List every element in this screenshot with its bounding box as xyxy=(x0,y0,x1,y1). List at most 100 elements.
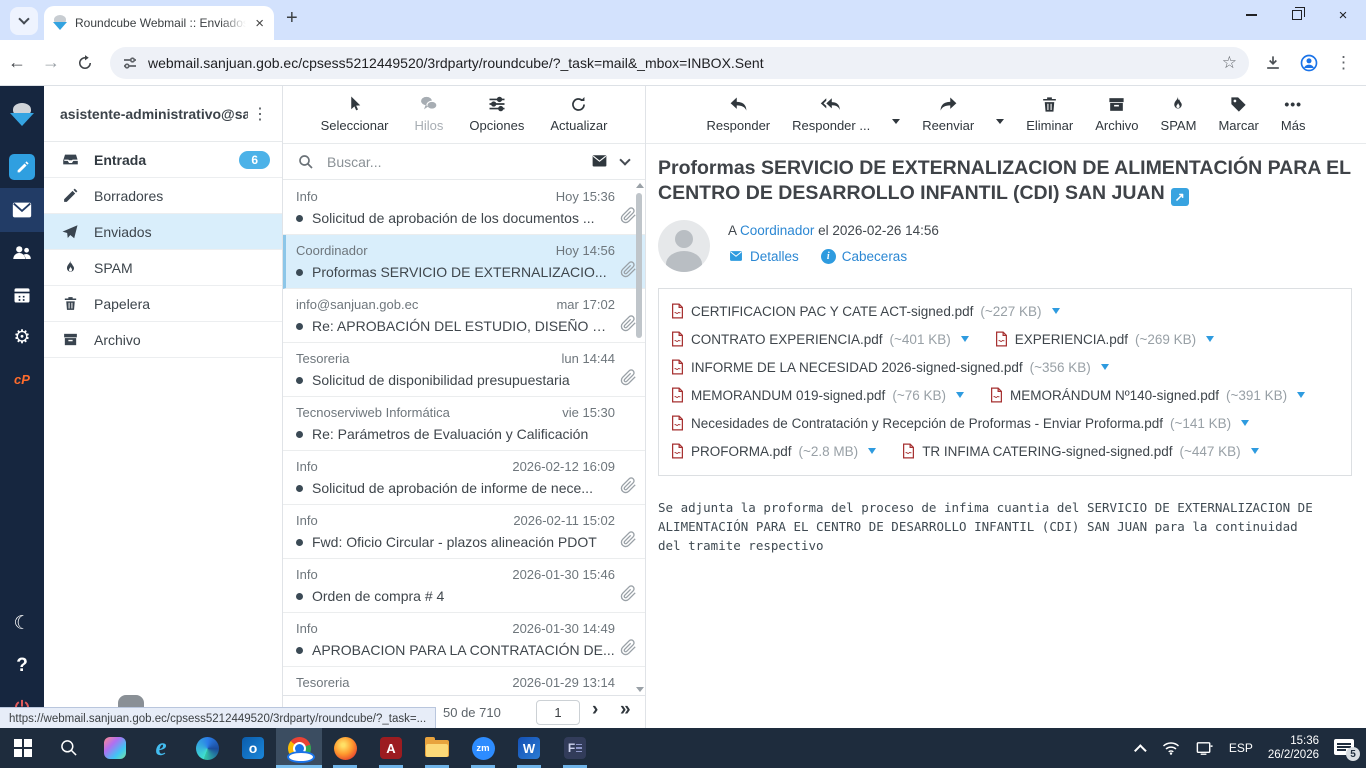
attachment-menu-caret[interactable] xyxy=(1241,420,1250,426)
outlook-icon[interactable]: o xyxy=(230,728,276,768)
details-toggle[interactable]: Detalles xyxy=(728,249,799,264)
reply-all-button[interactable]: Responder ... xyxy=(792,93,870,133)
attachment-chip[interactable]: CONTRATO EXPERIENCIA.pdf (~401 KB) xyxy=(671,325,969,353)
taskbar-clock[interactable]: 15:36 26/2/2026 xyxy=(1268,734,1319,762)
new-tab-button[interactable]: + xyxy=(286,7,298,30)
reply-button[interactable]: Responder xyxy=(707,93,770,133)
attachment-menu-caret[interactable] xyxy=(1250,448,1259,454)
attachment-chip[interactable]: EXPERIENCIA.pdf (~269 KB) xyxy=(995,325,1215,353)
calendar-nav-icon[interactable] xyxy=(0,274,44,316)
acrobat-icon[interactable]: A xyxy=(368,728,414,768)
message-list-row[interactable]: info@sanjuan.gob.ec mar 17:02 Re: APROBA… xyxy=(283,289,645,343)
spam-button[interactable]: SPAM xyxy=(1161,93,1196,133)
attachment-menu-caret[interactable] xyxy=(1100,364,1109,370)
attachment-chip[interactable]: CERTIFICACION PAC Y CATE ACT-signed.pdf … xyxy=(671,297,1060,325)
browser-menu-icon[interactable]: ⋮ xyxy=(1335,53,1352,73)
refresh-button[interactable]: Actualizar xyxy=(550,93,607,133)
forward-caret[interactable] xyxy=(996,119,1005,124)
message-list-row[interactable]: Tesoreria 2026-01-29 13:14 xyxy=(283,667,645,695)
sidebar-item-enviados[interactable]: Enviados xyxy=(44,214,282,250)
sidebar-item-spam[interactable]: SPAM xyxy=(44,250,282,286)
last-page-button[interactable]: » xyxy=(620,699,630,721)
wifi-icon[interactable] xyxy=(1162,741,1180,755)
threads-button[interactable]: Hilos xyxy=(415,93,443,133)
sidebar-item-borradores[interactable]: Borradores xyxy=(44,178,282,214)
attachment-menu-caret[interactable] xyxy=(960,336,969,342)
external-link-icon[interactable]: ↗ xyxy=(1170,188,1189,206)
sidebar-item-archivo[interactable]: Archivo xyxy=(44,322,282,358)
downloads-icon[interactable] xyxy=(1263,53,1283,73)
help-icon[interactable]: ? xyxy=(0,644,44,686)
browser-tab[interactable]: Roundcube Webmail :: Enviados × xyxy=(44,6,274,40)
tab-search-button[interactable] xyxy=(10,7,38,35)
account-menu-icon[interactable]: ⋮ xyxy=(248,104,272,124)
contacts-nav-icon[interactable] xyxy=(0,232,44,274)
attachment-menu-caret[interactable] xyxy=(868,448,877,454)
back-button[interactable]: ← xyxy=(0,52,34,73)
profile-icon[interactable] xyxy=(1299,53,1319,73)
sidebar-item-entrada[interactable]: Entrada 6 xyxy=(44,142,282,178)
fortinet-app-icon[interactable]: F xyxy=(552,728,598,768)
attachment-chip[interactable]: PROFORMA.pdf (~2.8 MB) xyxy=(671,437,877,465)
select-button[interactable]: Seleccionar xyxy=(321,93,389,133)
attachment-chip[interactable]: INFORME DE LA NECESIDAD 2026-signed-sign… xyxy=(671,353,1109,381)
list-scrollbar[interactable] xyxy=(635,183,644,692)
taskbar-search-button[interactable] xyxy=(46,728,92,768)
attachment-menu-caret[interactable] xyxy=(1051,308,1060,314)
reply-all-caret[interactable] xyxy=(892,119,901,124)
address-bar[interactable]: webmail.sanjuan.gob.ec/cpsess5212449520/… xyxy=(110,46,1249,79)
bookmark-star-icon[interactable]: ☆ xyxy=(1222,53,1237,73)
edge-icon[interactable] xyxy=(184,728,230,768)
next-page-button[interactable]: › xyxy=(592,699,598,721)
wireless-display-icon[interactable] xyxy=(1195,741,1214,756)
attachment-chip[interactable]: TR INFIMA CATERING-signed-signed.pdf (~4… xyxy=(902,437,1259,465)
notifications-icon[interactable]: 5 xyxy=(1334,739,1360,761)
message-list-row[interactable]: Tecnoserviweb Informática vie 15:30 Re: … xyxy=(283,397,645,451)
search-scope-icon[interactable] xyxy=(590,154,609,169)
sidebar-item-papelera[interactable]: Papelera xyxy=(44,286,282,322)
forward-button-mail[interactable]: Reenviar xyxy=(922,93,974,133)
message-list-row[interactable]: Info Hoy 15:36 Solicitud de aprobación d… xyxy=(283,181,645,235)
search-options-caret[interactable] xyxy=(619,154,631,166)
start-button[interactable] xyxy=(0,728,46,768)
chrome-icon[interactable] xyxy=(276,728,322,768)
attachment-menu-caret[interactable] xyxy=(955,392,964,398)
zoom-icon[interactable]: zm xyxy=(460,728,506,768)
tray-chevron-icon[interactable] xyxy=(1133,743,1147,757)
restore-button[interactable] xyxy=(1274,0,1320,30)
attachment-chip[interactable]: Necesidades de Contratación y Recepción … xyxy=(671,409,1250,437)
options-button[interactable]: Opciones xyxy=(469,93,524,133)
internet-explorer-icon[interactable]: e xyxy=(138,728,184,768)
close-window-button[interactable]: × xyxy=(1320,0,1366,30)
message-list-row[interactable]: Tesoreria lun 14:44 Solicitud de disponi… xyxy=(283,343,645,397)
search-input[interactable] xyxy=(325,152,580,171)
minimize-button[interactable] xyxy=(1228,0,1274,30)
message-list-row[interactable]: Info 2026-02-11 15:02 Fwd: Oficio Circul… xyxy=(283,505,645,559)
message-list-row[interactable]: Coordinador Hoy 14:56 Proformas SERVICIO… xyxy=(283,235,645,289)
message-list-row[interactable]: Info 2026-01-30 14:49 APROBACION PARA LA… xyxy=(283,613,645,667)
attachment-menu-caret[interactable] xyxy=(1206,336,1215,342)
dark-mode-icon[interactable]: ☾ xyxy=(0,602,44,644)
site-info-icon[interactable] xyxy=(122,55,138,71)
scroll-down-arrow[interactable] xyxy=(636,687,644,692)
mail-nav-icon[interactable] xyxy=(0,188,44,232)
forward-button[interactable]: → xyxy=(34,52,68,73)
more-button[interactable]: ••• Más xyxy=(1281,93,1306,133)
file-explorer-icon[interactable] xyxy=(414,728,460,768)
firefox-icon[interactable] xyxy=(322,728,368,768)
message-list-row[interactable]: Info 2026-01-30 15:46 Orden de compra # … xyxy=(283,559,645,613)
page-input[interactable] xyxy=(536,700,580,725)
archive-button[interactable]: Archivo xyxy=(1095,93,1139,133)
compose-button[interactable] xyxy=(0,146,44,188)
language-indicator[interactable]: ESP xyxy=(1229,741,1253,755)
settings-nav-icon[interactable]: ⚙ xyxy=(0,316,44,358)
tab-close-icon[interactable]: × xyxy=(253,14,266,33)
scroll-up-arrow[interactable] xyxy=(636,183,644,188)
scrollbar-thumb[interactable] xyxy=(636,193,642,338)
attachment-menu-caret[interactable] xyxy=(1297,392,1306,398)
attachment-chip[interactable]: MEMORANDUM 019-signed.pdf (~76 KB) xyxy=(671,381,964,409)
message-list-row[interactable]: Info 2026-02-12 16:09 Solicitud de aprob… xyxy=(283,451,645,505)
mark-button[interactable]: Marcar xyxy=(1218,93,1259,133)
recipient-link[interactable]: Coordinador xyxy=(740,223,814,238)
reload-button[interactable] xyxy=(76,54,94,72)
